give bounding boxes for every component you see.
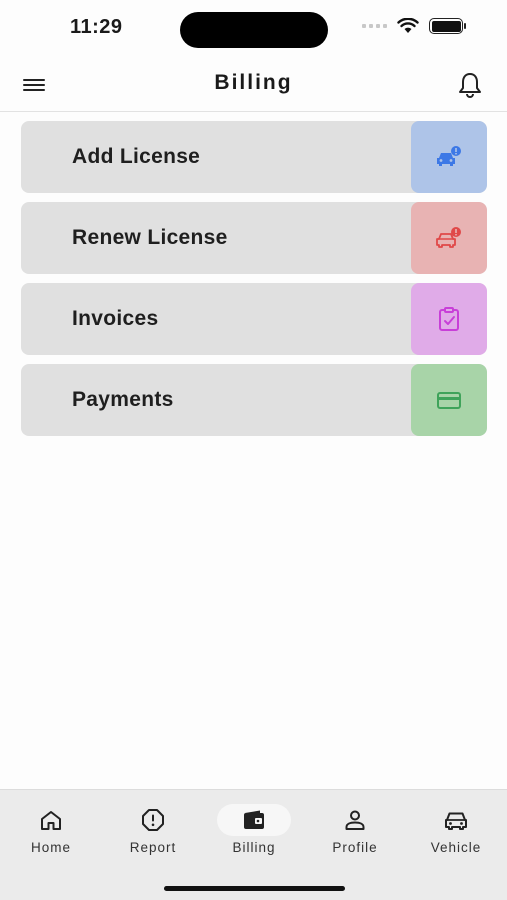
invoices-card[interactable]: Invoices [21, 283, 487, 355]
card-label: Payments [72, 388, 174, 411]
add-license-card[interactable]: Add License [21, 121, 487, 193]
renew-license-card[interactable]: Renew License [21, 202, 487, 274]
billing-options-list: Add License Renew License Invoices Payme… [21, 121, 487, 445]
dynamic-island [180, 12, 328, 48]
status-time: 11:29 [70, 16, 123, 38]
status-bar: 11:29 [0, 0, 507, 58]
nav-label: Vehicle [430, 840, 482, 855]
app-header: Billing [0, 58, 507, 112]
bell-icon [459, 73, 481, 98]
nav-icon-wrap [116, 804, 190, 836]
card-icon-box [411, 364, 487, 436]
nav-icon-wrap [419, 804, 493, 836]
card-icon-box [411, 283, 487, 355]
wallet-icon [244, 810, 264, 829]
clipboard-check-icon [439, 307, 459, 331]
bottom-navigation: Home Report Billing Profile Vehicle [0, 789, 507, 900]
status-indicators [362, 18, 466, 34]
nav-label: Home [30, 840, 71, 855]
nav-label: Profile [332, 840, 378, 855]
cellular-signal-icon [362, 24, 387, 28]
nav-profile[interactable]: Profile [310, 804, 400, 855]
nav-billing[interactable]: Billing [209, 804, 299, 855]
home-indicator[interactable] [164, 886, 345, 891]
wifi-icon [397, 18, 419, 33]
nav-icon-wrap [318, 804, 392, 836]
page-title: Billing [214, 71, 293, 94]
nav-label: Report [129, 840, 177, 855]
card-icon-box [411, 202, 487, 274]
home-icon [41, 811, 61, 830]
battery-icon [429, 18, 466, 34]
nav-report[interactable]: Report [108, 804, 198, 855]
nav-label: Billing [232, 840, 276, 855]
profile-icon [345, 810, 365, 830]
car-alert-icon [436, 227, 461, 248]
nav-vehicle[interactable]: Vehicle [411, 804, 501, 855]
credit-card-icon [437, 392, 461, 409]
card-label: Add License [72, 145, 201, 168]
card-label: Renew License [72, 226, 228, 249]
car-info-icon [437, 146, 461, 166]
notifications-button[interactable] [455, 70, 485, 100]
payments-card[interactable]: Payments [21, 364, 487, 436]
card-icon-box [411, 121, 487, 193]
nav-home[interactable]: Home [6, 804, 96, 855]
nav-icon-wrap [14, 804, 88, 836]
car-icon [445, 812, 467, 830]
nav-icon-wrap [217, 804, 291, 836]
report-icon [142, 809, 164, 831]
card-label: Invoices [72, 307, 159, 330]
